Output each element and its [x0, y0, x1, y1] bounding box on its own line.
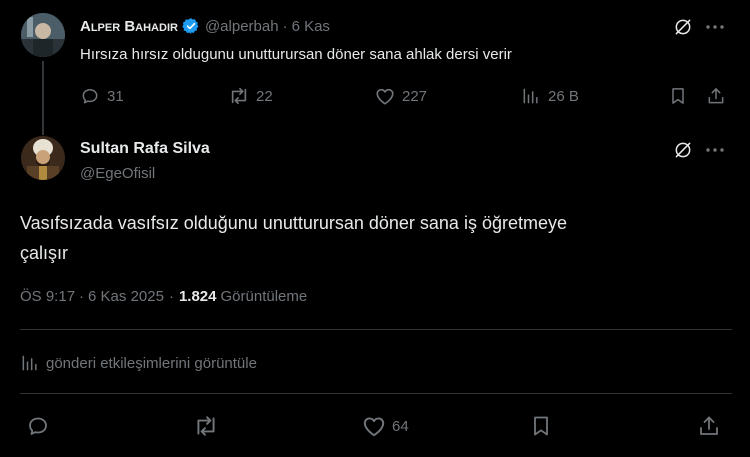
main-tweet-text-line-1: Vasıfsızada vasıfsız olduğunu unuttururs…: [20, 213, 567, 233]
reply-author-name[interactable]: Alper Bahadır: [80, 18, 178, 35]
more-options-icon[interactable]: [706, 25, 724, 29]
reply-bookmark-button[interactable]: [668, 86, 688, 106]
reply-like-count: 227: [402, 87, 428, 105]
engagements-chart-icon: [20, 353, 40, 373]
reply-comment-button[interactable]: 31: [80, 86, 124, 106]
reply-like-button[interactable]: 227: [374, 86, 427, 106]
bookmark-icon: [668, 86, 688, 106]
view-engagements-link[interactable]: gönderi etkileşimlerini görüntüle: [20, 353, 257, 373]
main-heart-icon: [361, 414, 387, 438]
main-grok-icon[interactable]: [673, 140, 693, 160]
main-author-name[interactable]: Sultan Rafa Silva: [80, 140, 210, 158]
reply-text: Hırsıza hırsız oldugunu unutturursan dön…: [80, 46, 512, 63]
repost-icon: [228, 86, 250, 106]
reply-comment-count: 31: [107, 87, 124, 105]
comment-icon: [80, 86, 100, 106]
verified-badge-icon: [182, 17, 200, 35]
thread-line: [42, 61, 44, 135]
reply-view-count: 26 B: [548, 87, 579, 105]
main-more-options-icon[interactable]: [706, 148, 724, 152]
meta-separator-2: ·: [168, 288, 174, 305]
main-like-count: 64: [392, 417, 409, 435]
views-chart-icon: [521, 86, 541, 106]
grok-icon[interactable]: [673, 17, 693, 37]
reply-views-button[interactable]: 26 B: [521, 86, 579, 106]
main-like-button[interactable]: 64: [361, 414, 409, 438]
main-tweet-text: Vasıfsızada vasıfsız olduğunu unuttururs…: [20, 208, 567, 268]
main-meta: ÖS 9:17 · 6 Kas 2025 · 1.824 Görüntüleme: [20, 288, 307, 305]
reply-header: Alper Bahadır @alperbah · 6 Kas: [80, 16, 330, 36]
share-icon: [706, 86, 726, 106]
reply-share-button[interactable]: [706, 86, 726, 106]
main-tweet-text-line-2: çalışır: [20, 243, 69, 263]
main-share-icon: [697, 414, 721, 438]
main-view-count: 1.824: [178, 288, 217, 305]
divider-top: [20, 329, 732, 330]
main-comment-button[interactable]: [26, 414, 50, 438]
meta-separator-1: ·: [79, 288, 85, 305]
main-repost-icon: [193, 414, 219, 438]
main-time[interactable]: ÖS 9:17: [20, 288, 75, 305]
main-bookmark-icon: [529, 414, 553, 438]
main-handle[interactable]: @EgeOfisil: [80, 165, 155, 182]
reply-handle[interactable]: @alperbah: [205, 18, 279, 35]
view-engagements-label: gönderi etkileşimlerini görüntüle: [46, 354, 257, 372]
main-share-button[interactable]: [697, 414, 721, 438]
main-repost-button[interactable]: [193, 414, 219, 438]
reply-time[interactable]: 6 Kas: [292, 18, 330, 35]
main-comment-icon: [26, 414, 50, 438]
main-avatar[interactable]: [21, 136, 65, 180]
reply-repost-count: 22: [256, 87, 273, 105]
main-bookmark-button[interactable]: [529, 414, 553, 438]
reply-repost-button[interactable]: 22: [228, 86, 273, 106]
divider-bottom: [20, 393, 732, 394]
reply-separator: ·: [282, 17, 288, 35]
heart-icon: [374, 86, 396, 106]
main-date[interactable]: 6 Kas 2025: [88, 288, 164, 305]
reply-avatar[interactable]: [21, 13, 65, 57]
main-view-label: Görüntüleme: [220, 288, 308, 305]
